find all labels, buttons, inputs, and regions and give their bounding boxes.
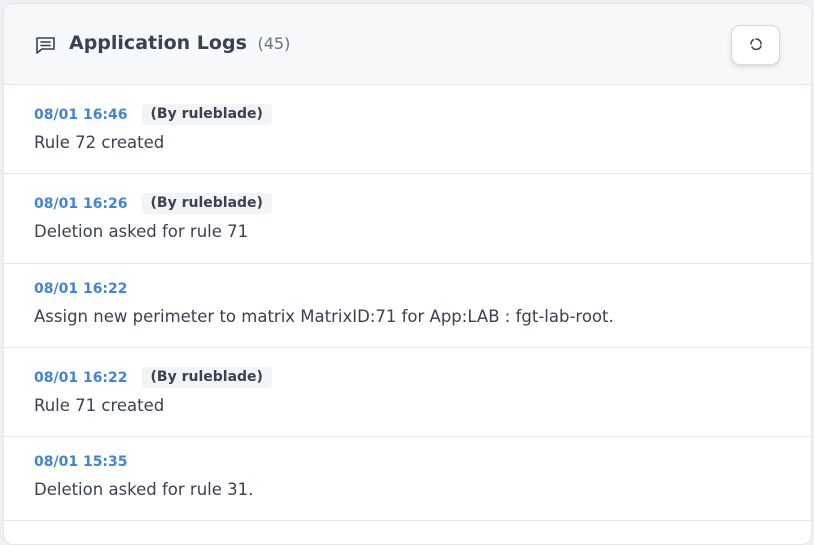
- log-message: Deletion asked for rule 71: [34, 222, 249, 241]
- log-timestamp: 08/01 16:22: [34, 369, 128, 386]
- log-message: Rule 71 created: [34, 396, 165, 415]
- log-timestamp: 08/01 16:26: [34, 195, 128, 212]
- log-author-badge: (By ruleblade): [141, 193, 272, 214]
- log-timestamp: 08/01 15:35: [34, 454, 128, 470]
- log-entry: 08/01 15:35 Deletion asked for rule 31.: [4, 437, 811, 521]
- log-message: Deletion asked for rule 31.: [34, 480, 254, 499]
- log-timestamp: 08/01 16:46: [34, 106, 128, 123]
- log-entry: 08/01 16:22 Assign new perimeter to matri…: [4, 264, 811, 348]
- log-author-badge: (By ruleblade): [141, 367, 272, 388]
- refresh-button[interactable]: [731, 25, 780, 65]
- log-meta: 08/01 16:46 (By ruleblade): [34, 104, 272, 125]
- log-count-badge: (45): [257, 34, 291, 53]
- log-meta: 08/01 16:22 (By ruleblade): [34, 367, 272, 388]
- log-meta: 08/01 16:22: [34, 281, 128, 297]
- page-title: Application Logs (45): [69, 32, 290, 54]
- log-message: Rule 72 created: [34, 133, 165, 152]
- log-message: Assign new perimeter to matrix MatrixID:…: [34, 307, 614, 326]
- log-meta: 08/01 15:35: [34, 454, 128, 470]
- log-entry: 08/01 16:26 (By ruleblade) Deletion asked …: [4, 174, 811, 264]
- message-square-icon: [35, 36, 56, 54]
- log-meta: 08/01 16:26 (By ruleblade): [34, 193, 272, 214]
- log-author-badge: (By ruleblade): [141, 104, 272, 125]
- log-entry: 08/01 16:22 (By ruleblade) Rule 71 created: [4, 348, 811, 437]
- log-entry: 08/01 16:46 (By ruleblade) Rule 72 created: [4, 85, 811, 174]
- log-timestamp: 08/01 16:22: [34, 281, 128, 297]
- page-title-text: Application Logs: [69, 32, 247, 54]
- application-logs-panel: Application Logs (45) 08/01 16:46 (By rul…: [3, 3, 812, 545]
- panel-header: Application Logs (45): [4, 4, 811, 85]
- refresh-icon: [749, 36, 763, 55]
